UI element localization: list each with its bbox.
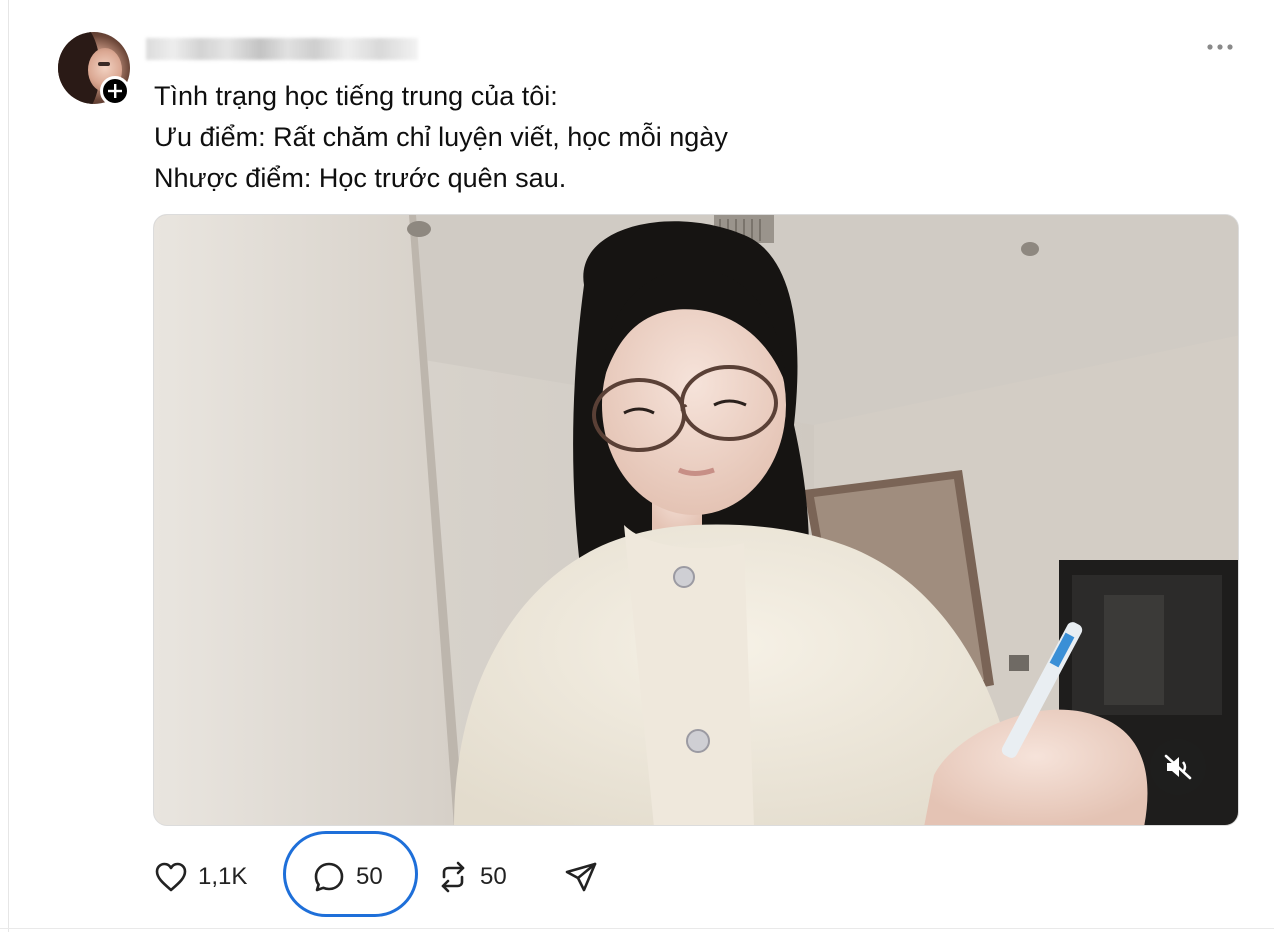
post-text: Tình trạng học tiếng trung của tôi: Ưu đ… [154, 76, 728, 199]
author-avatar[interactable] [58, 32, 130, 106]
speaker-muted-icon [1164, 754, 1192, 780]
repost-count: 50 [480, 863, 507, 890]
ellipsis-icon [1207, 44, 1233, 50]
like-button[interactable]: 1,1K [154, 852, 247, 902]
reply-highlight-annotation [283, 831, 418, 917]
follow-button[interactable] [100, 76, 130, 106]
more-options-button[interactable] [1202, 36, 1238, 58]
author-name-redacted[interactable] [146, 38, 418, 60]
divider [0, 928, 1274, 929]
share-button[interactable] [564, 852, 598, 902]
heart-icon [155, 862, 187, 892]
post-text-line: Ưu điểm: Rất chăm chỉ luyện viết, học mỗ… [154, 122, 728, 152]
video-frame [154, 215, 1238, 825]
mute-toggle-button[interactable] [1150, 739, 1206, 795]
repost-button[interactable]: 50 [436, 852, 507, 902]
repost-icon [441, 861, 465, 893]
post-text-line: Nhược điểm: Học trước quên sau. [154, 163, 567, 193]
thread-line [8, 0, 9, 932]
send-icon [565, 862, 597, 892]
post-text-line: Tình trạng học tiếng trung của tôi: [154, 81, 558, 111]
plus-icon [108, 84, 122, 98]
like-count: 1,1K [198, 863, 248, 890]
post-video[interactable] [153, 214, 1239, 826]
